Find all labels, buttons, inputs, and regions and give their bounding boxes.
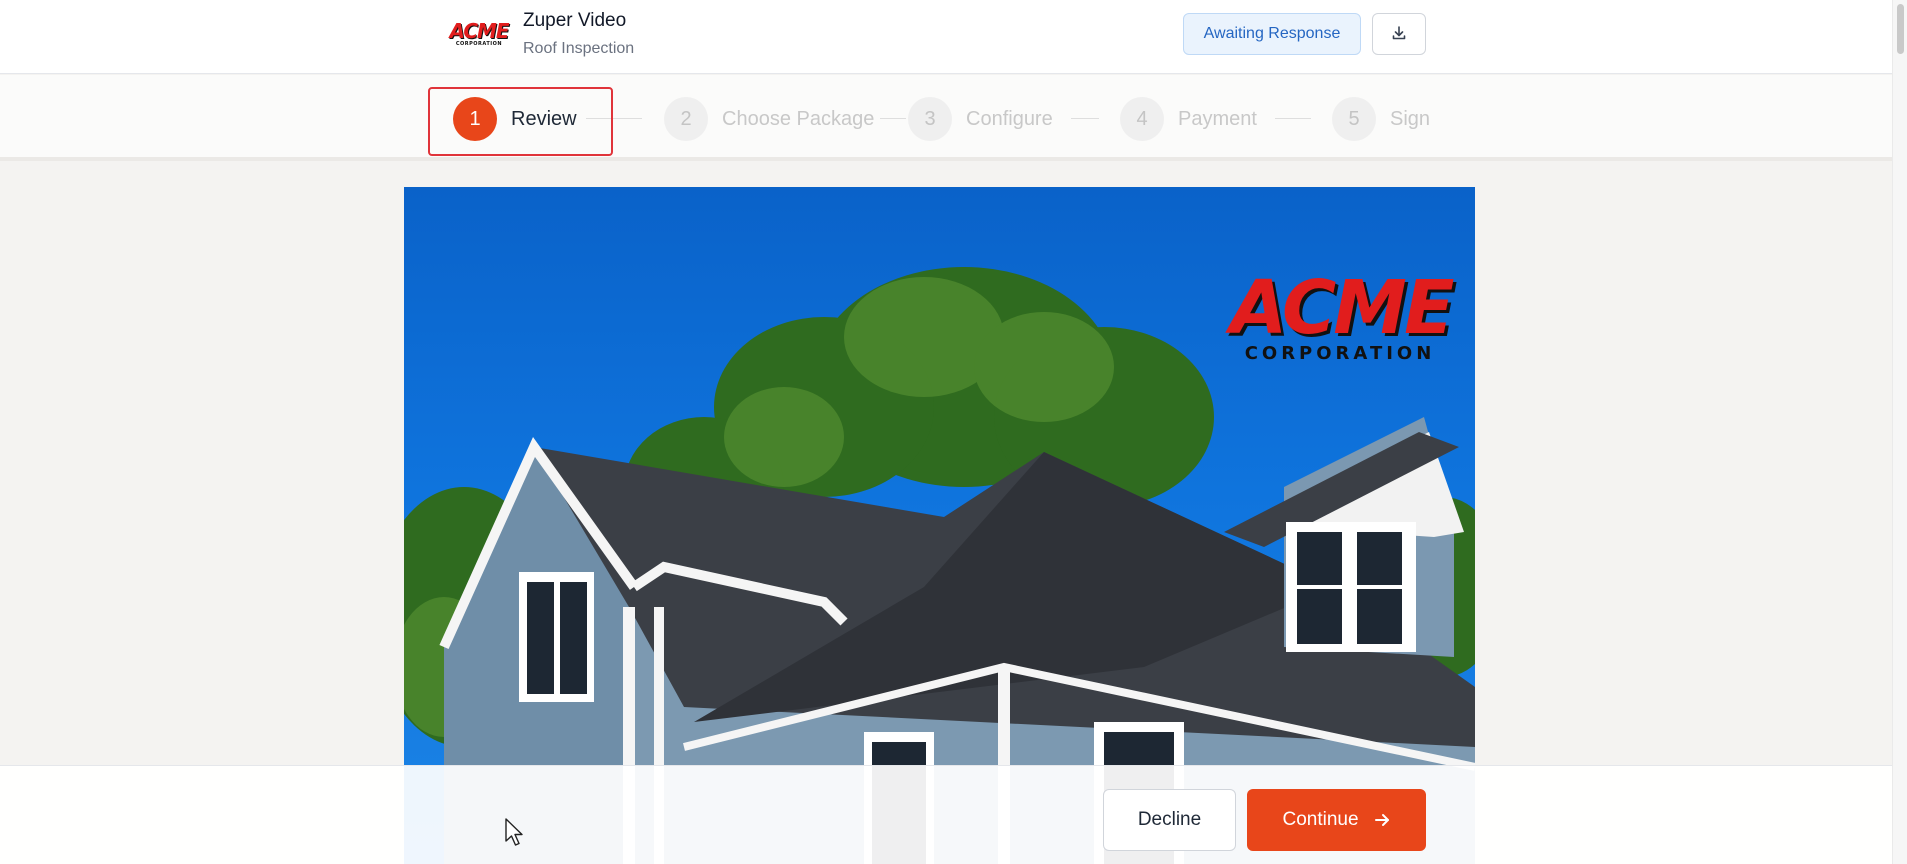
hero-image: ACME CORPORATION — [404, 187, 1475, 864]
scrollbar-thumb[interactable] — [1897, 4, 1904, 54]
step-connector — [1275, 118, 1311, 119]
step-configure[interactable]: 3 Configure — [908, 97, 1053, 141]
step-connector — [880, 118, 906, 119]
company-logo: ACME CORPORATION — [449, 19, 509, 47]
step-choose-package[interactable]: 2 Choose Package — [664, 97, 874, 141]
download-icon — [1391, 25, 1407, 44]
continue-label: Continue — [1282, 809, 1359, 830]
continue-button[interactable]: Continue — [1247, 789, 1426, 851]
download-button[interactable] — [1372, 13, 1426, 55]
hero-logo: ACME CORPORATION — [1230, 265, 1455, 364]
status-badge: Awaiting Response — [1183, 13, 1361, 55]
page-subtitle: Roof Inspection — [523, 40, 635, 57]
top-header: ACME CORPORATION Zuper Video Roof Inspec… — [0, 0, 1892, 74]
step-payment[interactable]: 4 Payment — [1120, 97, 1257, 141]
active-step-highlight — [428, 87, 613, 156]
page-title: Zuper Video — [523, 10, 627, 31]
mouse-cursor-icon — [504, 817, 526, 852]
arrow-right-icon — [1373, 811, 1391, 829]
step-sign[interactable]: 5 Sign — [1332, 97, 1430, 141]
brand: ACME CORPORATION Zuper Video Roof Inspec… — [449, 10, 635, 58]
step-connector — [1071, 118, 1099, 119]
decline-button[interactable]: Decline — [1103, 789, 1236, 851]
action-bar: Decline Continue — [0, 765, 1892, 864]
progress-stepper: 1 Review 2 Choose Package 3 Configure 4 … — [0, 75, 1892, 161]
page-scrollbar[interactable] — [1892, 0, 1907, 864]
